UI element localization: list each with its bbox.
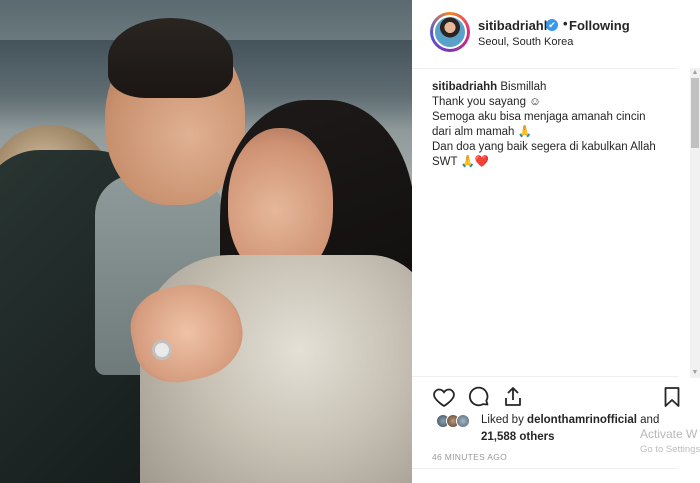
scroll-up-arrow-icon[interactable]: ▲ bbox=[690, 68, 700, 78]
liked-by-prefix: Liked by bbox=[481, 414, 524, 426]
caption-line: Thank you sayang ☺ bbox=[432, 96, 541, 108]
share-icon[interactable] bbox=[501, 385, 525, 409]
caption-line: dari alm mamah 🙏 bbox=[432, 126, 532, 138]
caption: sitibadriahh Bismillah Thank you sayang … bbox=[432, 80, 668, 170]
verified-badge-icon: ✔ bbox=[546, 19, 558, 31]
scroll-thumb[interactable] bbox=[691, 78, 699, 148]
avatar-image bbox=[433, 15, 467, 49]
separator-dot: • bbox=[563, 16, 568, 31]
location-link[interactable]: Seoul, South Korea bbox=[478, 36, 573, 48]
caption-line: Bismillah bbox=[500, 81, 547, 93]
scroll-down-arrow-icon[interactable]: ▼ bbox=[690, 368, 700, 378]
ring bbox=[152, 340, 172, 360]
divider bbox=[412, 468, 678, 469]
liked-by-conjunction: and bbox=[640, 414, 660, 426]
liked-by-text: Liked by delonthamrinofficial and bbox=[481, 414, 659, 426]
bookmark-icon[interactable] bbox=[660, 385, 684, 409]
timestamp[interactable]: 46 MINUTES AGO bbox=[432, 452, 507, 462]
caption-username[interactable]: sitibadriahh bbox=[432, 81, 497, 93]
username-link[interactable]: sitibadriahh bbox=[478, 18, 552, 33]
like-count[interactable]: 21,588 others bbox=[481, 431, 555, 443]
avatar[interactable] bbox=[430, 12, 470, 52]
comment-icon[interactable] bbox=[467, 385, 491, 409]
following-button[interactable]: Following bbox=[569, 18, 630, 33]
post-photo[interactable] bbox=[0, 0, 412, 483]
liked-by-user[interactable]: delonthamrinofficial bbox=[527, 414, 637, 426]
scrollbar[interactable]: ▲ ▼ bbox=[690, 68, 700, 378]
activate-windows-subtext: Go to Settings bbox=[640, 444, 700, 455]
post-header: sitibadriahh ✔ • Following Seoul, South … bbox=[412, 0, 678, 69]
post-sidebar: sitibadriahh ✔ • Following Seoul, South … bbox=[412, 0, 700, 483]
caption-line: Semoga aku bisa menjaga amanah cincin bbox=[432, 111, 646, 123]
heart-icon[interactable] bbox=[432, 385, 456, 409]
action-bar bbox=[412, 376, 680, 417]
man-hair bbox=[108, 18, 233, 98]
activate-windows-watermark: Activate W bbox=[640, 427, 698, 441]
liker-avatar[interactable] bbox=[456, 414, 470, 428]
caption-line: SWT 🙏❤️ bbox=[432, 156, 490, 168]
caption-line: Dan doa yang baik segera di kabulkan All… bbox=[432, 141, 656, 153]
